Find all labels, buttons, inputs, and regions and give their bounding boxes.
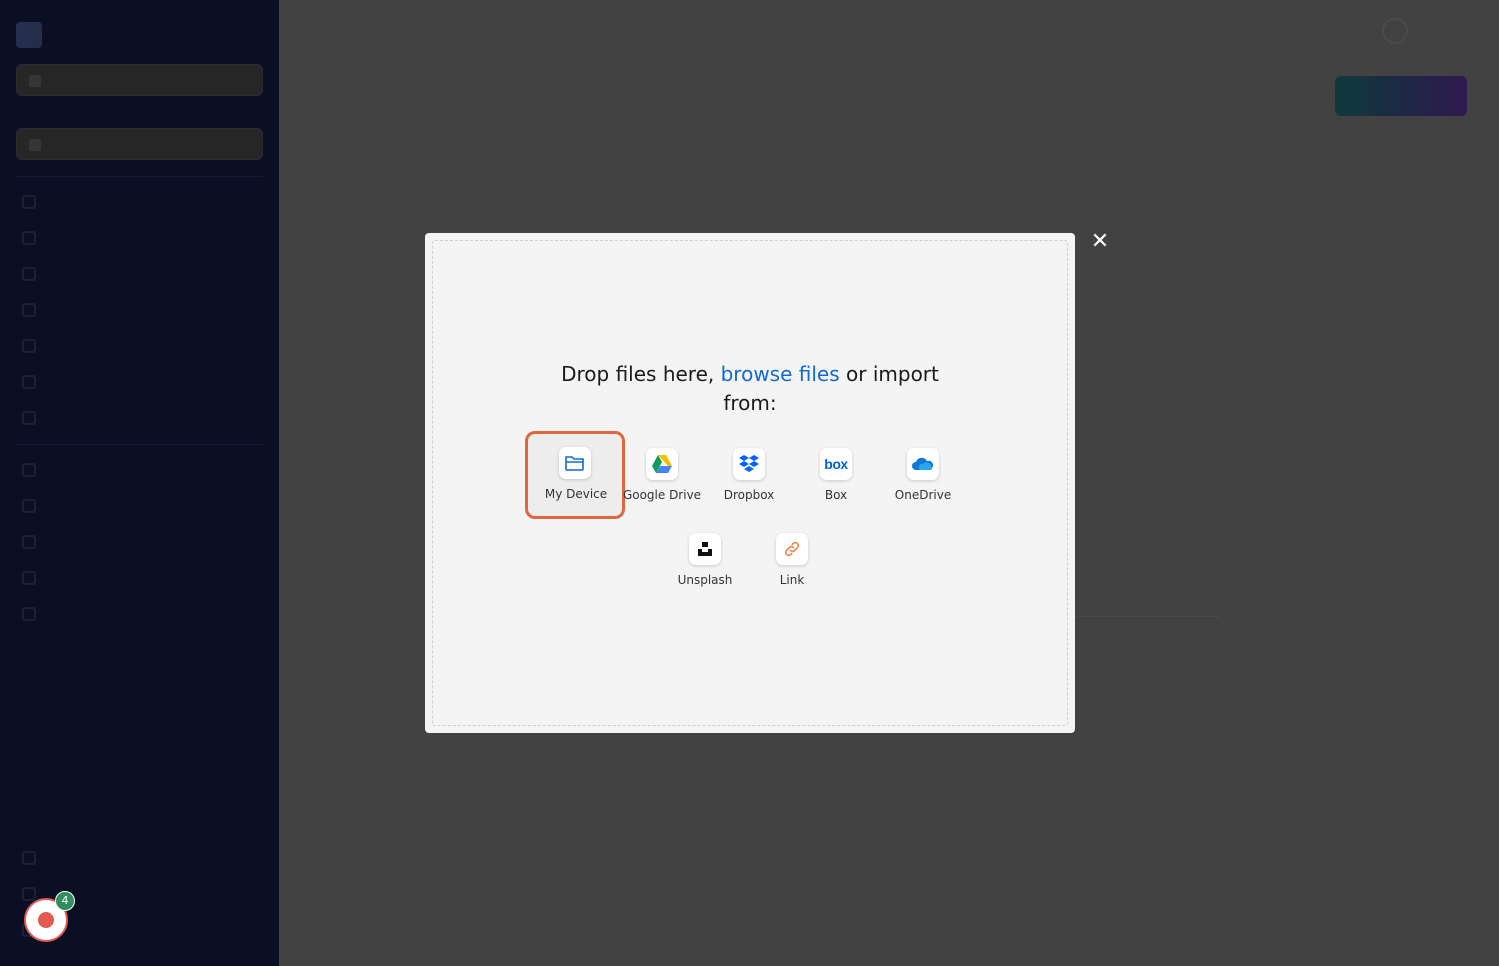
browse-files-link[interactable]: browse files	[721, 362, 840, 386]
close-modal-button[interactable]: ✕	[1089, 231, 1111, 253]
notification-badge: 4	[55, 891, 75, 911]
google-drive-icon	[646, 448, 678, 480]
source-box-button[interactable]: box Box	[792, 432, 880, 512]
record-dot-icon	[38, 912, 54, 928]
box-logo-text: box	[824, 456, 848, 472]
dropbox-icon	[733, 448, 765, 480]
source-unsplash-button[interactable]: Unsplash	[661, 517, 749, 597]
box-icon: box	[820, 448, 852, 480]
source-onedrive-button[interactable]: OneDrive	[879, 432, 967, 512]
drop-prompt: Drop files here, browse files or import …	[540, 360, 960, 418]
source-label: Link	[779, 573, 805, 587]
source-my-device-button[interactable]: My Device	[525, 431, 625, 519]
onedrive-icon	[907, 448, 939, 480]
folder-icon	[559, 447, 591, 479]
source-dropbox-button[interactable]: Dropbox	[705, 432, 793, 512]
source-link-button[interactable]: Link	[748, 517, 836, 597]
drop-prompt-before: Drop files here,	[561, 362, 715, 386]
source-google-drive-button[interactable]: Google Drive	[618, 432, 706, 512]
source-label: OneDrive	[894, 488, 952, 502]
link-icon	[776, 533, 808, 565]
unsplash-icon	[689, 533, 721, 565]
